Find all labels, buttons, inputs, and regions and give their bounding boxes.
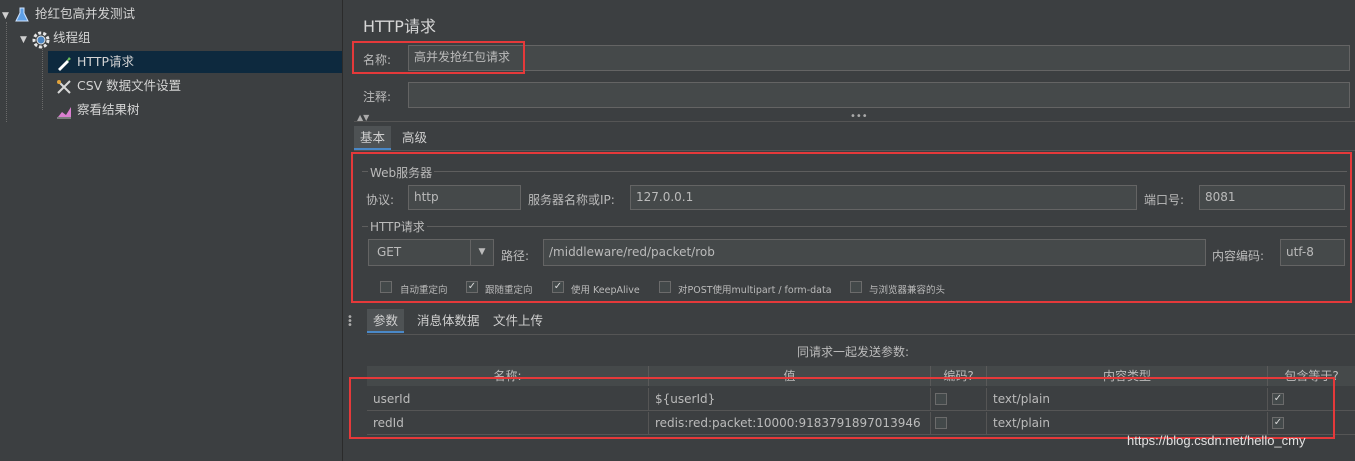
protocol-field[interactable]: http xyxy=(408,185,521,210)
column-header-encode[interactable]: 编码? xyxy=(931,366,987,386)
collapse-arrow-icon[interactable]: ▼ xyxy=(2,5,14,27)
column-header-value[interactable]: 值 xyxy=(649,366,931,386)
table-cell-include-equals: ✓ xyxy=(1268,412,1355,435)
tab-body-data[interactable]: 消息体数据 xyxy=(411,309,486,333)
encode-checkbox[interactable] xyxy=(935,417,947,429)
encode-checkbox[interactable] xyxy=(935,393,947,405)
browser-headers-checkbox[interactable] xyxy=(850,281,862,293)
table-cell-value[interactable]: redis:red:packet:10000:9183791897013946 xyxy=(649,412,931,435)
comment-label: 注释: xyxy=(363,90,392,104)
follow-redirect-checkbox[interactable]: ✓ xyxy=(466,281,478,293)
path-label: 路径: xyxy=(501,249,530,263)
keepalive-label: 使用 KeepAlive xyxy=(571,285,640,296)
tree-item-label: CSV 数据文件设置 xyxy=(77,78,182,93)
multipart-label: 对POST使用multipart / form-data xyxy=(678,285,832,296)
tree-item-http-request[interactable]: HTTP请求 xyxy=(48,51,342,73)
table-cell-encode xyxy=(931,412,987,435)
http-request-group-title: HTTP请求 xyxy=(368,218,427,235)
flask-icon xyxy=(14,7,32,23)
browser-headers-label: 与浏览器兼容的头 xyxy=(869,285,946,296)
protocol-label: 协议: xyxy=(366,193,395,207)
http-request-panel: HTTP请求 名称: 高并发抢红包请求 注释: ▲▼ ••• 基本 高级 Web… xyxy=(354,0,1355,461)
method-value: GET xyxy=(377,245,402,259)
column-header-name[interactable]: 名称: xyxy=(367,366,649,386)
auto-redirect-checkbox[interactable] xyxy=(380,281,392,293)
table-cell-name[interactable]: userId xyxy=(367,388,649,411)
port-label: 端口号: xyxy=(1144,193,1185,207)
tree-item-label: 线程组 xyxy=(53,30,91,45)
server-field[interactable]: 127.0.0.1 xyxy=(630,185,1137,210)
include-equals-checkbox[interactable]: ✓ xyxy=(1272,417,1284,429)
multipart-checkbox[interactable] xyxy=(659,281,671,293)
follow-redirect-label: 跟随重定向 xyxy=(485,285,533,296)
tab-parameters[interactable]: 参数 xyxy=(367,309,405,333)
test-plan-tree: ▼ 抢红包高并发测试 ▼ 线程组 HTTP请求 CSV 数据文件设置 察看结果树 xyxy=(0,0,342,461)
chevron-down-icon[interactable]: ▼ xyxy=(470,240,493,265)
collapse-arrow-icon[interactable]: ▼ xyxy=(20,29,32,51)
auto-redirect-label: 自动重定向 xyxy=(400,285,448,296)
table-cell-content-type[interactable]: text/plain xyxy=(987,388,1268,411)
web-server-title: Web服务器 xyxy=(368,164,435,181)
table-cell-include-equals: ✓ xyxy=(1268,388,1355,411)
tree-item-csv-config[interactable]: CSV 数据文件设置 xyxy=(48,75,342,97)
keepalive-checkbox[interactable]: ✓ xyxy=(552,281,564,293)
tree-item-label: HTTP请求 xyxy=(77,54,134,69)
tree-item-label: 抢红包高并发测试 xyxy=(35,6,136,21)
table-cell-name[interactable]: redId xyxy=(367,412,649,435)
watermark: https://blog.csdn.net/hello_cmy xyxy=(1127,433,1306,448)
pipette-icon xyxy=(56,55,74,71)
tab-advanced[interactable]: 高级 xyxy=(396,126,433,150)
page-title: HTTP请求 xyxy=(363,17,436,36)
gear-icon xyxy=(32,31,50,48)
grip-icon: • • • xyxy=(347,312,353,331)
path-field[interactable]: /middleware/red/packet/rob xyxy=(543,239,1206,266)
chart-icon xyxy=(56,103,74,119)
table-cell-value[interactable]: ${userId} xyxy=(649,388,931,411)
tree-item-test-plan[interactable]: ▼ 抢红包高并发测试 xyxy=(0,3,342,25)
tree-item-label: 察看结果树 xyxy=(77,102,140,117)
tab-basic[interactable]: 基本 xyxy=(354,126,392,150)
comment-field[interactable] xyxy=(408,82,1350,108)
encoding-label: 内容编码: xyxy=(1212,249,1265,263)
column-header-content-type[interactable]: 内容类型 xyxy=(987,366,1268,386)
port-field[interactable]: 8081 xyxy=(1199,185,1345,210)
table-cell-content-type[interactable]: text/plain xyxy=(987,412,1268,435)
column-header-include-equals[interactable]: 包含等于? xyxy=(1268,366,1355,386)
name-field[interactable]: 高并发抢红包请求 xyxy=(408,45,1350,71)
name-label: 名称: xyxy=(363,53,392,67)
method-select[interactable]: GET ▼ xyxy=(368,239,494,266)
include-equals-checkbox[interactable]: ✓ xyxy=(1272,393,1284,405)
tree-item-thread-group[interactable]: ▼ 线程组 xyxy=(0,27,342,49)
wrench-icon xyxy=(56,79,74,95)
server-label: 服务器名称或IP: xyxy=(528,193,615,207)
table-cell-encode xyxy=(931,388,987,411)
encoding-field[interactable]: utf-8 xyxy=(1280,239,1345,266)
tab-files-upload[interactable]: 文件上传 xyxy=(487,309,549,333)
params-caption: 同请求一起发送参数: xyxy=(797,345,910,359)
tree-item-results-tree[interactable]: 察看结果树 xyxy=(48,99,342,121)
